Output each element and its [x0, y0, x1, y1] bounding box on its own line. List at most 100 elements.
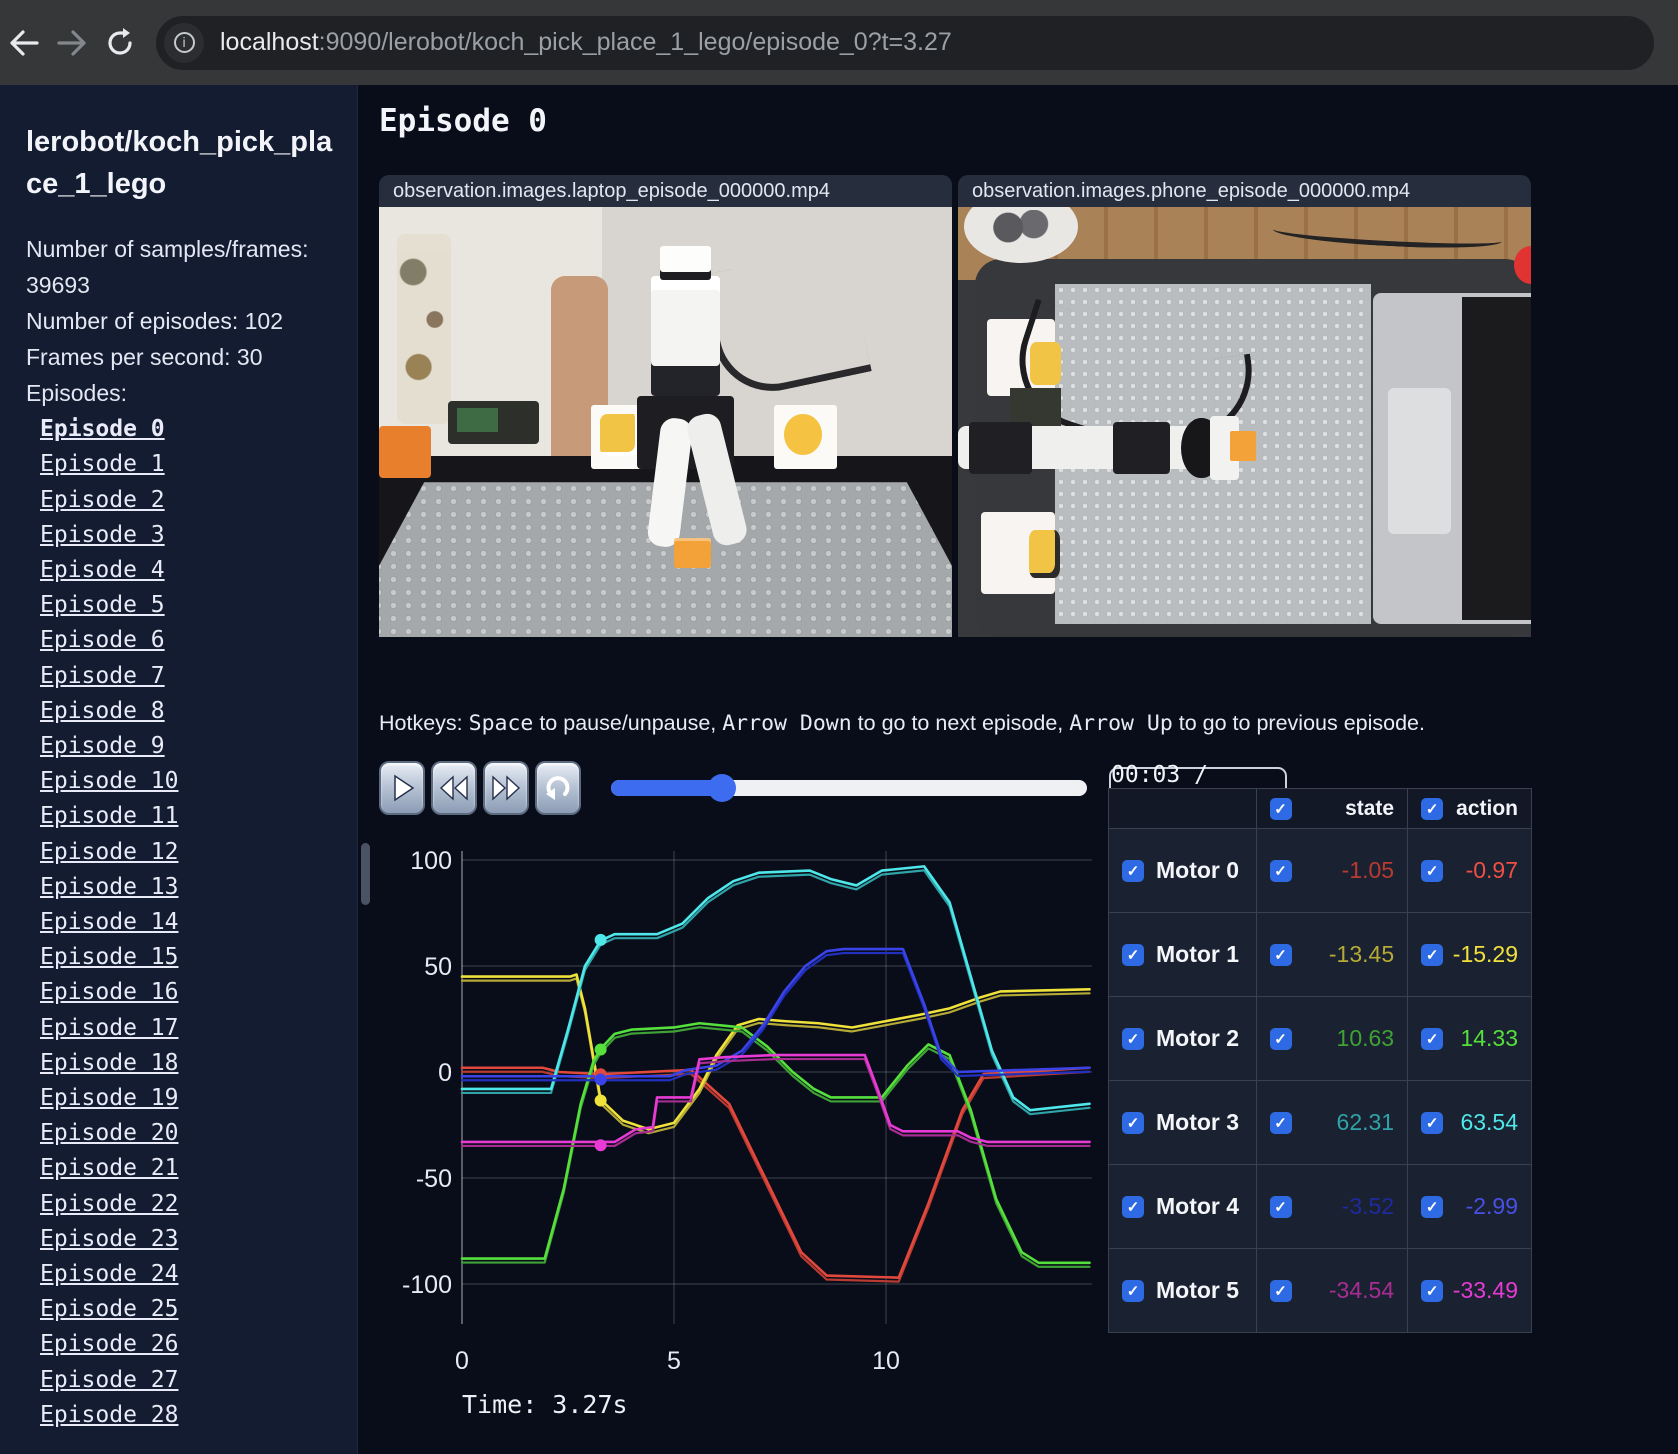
video-phone[interactable]: [958, 207, 1531, 637]
episode-link-26[interactable]: Episode 26: [40, 1331, 178, 1357]
episode-link-15[interactable]: Episode 15: [40, 944, 178, 970]
checkbox[interactable]: [1269, 1195, 1292, 1218]
checkbox[interactable]: [1122, 943, 1144, 966]
motor-state-value: -1.05: [1341, 857, 1395, 883]
play-button[interactable]: [379, 761, 425, 815]
checkbox[interactable]: [1122, 1111, 1144, 1134]
motor-row: Motor 5 -34.54 -33.49: [1108, 1248, 1532, 1333]
episode-link-9[interactable]: Episode 9: [40, 733, 165, 759]
rewind-icon: [439, 775, 468, 801]
episode-list-item: Episode 24: [26, 1258, 343, 1293]
checkbox[interactable]: [1269, 1279, 1292, 1302]
orange-object: [379, 426, 431, 478]
svg-text:10: 10: [872, 1347, 900, 1375]
episode-link-21[interactable]: Episode 21: [40, 1155, 178, 1181]
episode-link-14[interactable]: Episode 14: [40, 909, 178, 935]
seek-slider[interactable]: [611, 774, 1087, 802]
episode-link-10[interactable]: Episode 10: [40, 768, 178, 794]
motor-label: Motor 1: [1156, 941, 1240, 967]
episode-link-16[interactable]: Episode 16: [40, 979, 178, 1005]
checkbox[interactable]: [1421, 859, 1444, 882]
sticker-box-bottom: [980, 512, 1061, 594]
hotkeys-text: to go to next episode,: [851, 711, 1070, 735]
motor-label: Motor 0: [1156, 857, 1240, 883]
play-icon: [394, 774, 415, 802]
episode-list-item: Episode 1: [26, 448, 343, 483]
checkbox[interactable]: [1421, 943, 1444, 966]
episode-link-13[interactable]: Episode 13: [40, 874, 178, 900]
back-button[interactable]: [0, 28, 48, 58]
episode-link-19[interactable]: Episode 19: [40, 1085, 178, 1111]
episode-link-12[interactable]: Episode 12: [40, 839, 178, 865]
svg-text:5: 5: [667, 1347, 681, 1375]
motor-action-cell: -0.97: [1407, 828, 1532, 913]
forward-button[interactable]: [48, 28, 96, 58]
stat-samples: Number of samples/frames: 39693: [26, 236, 309, 299]
checkbox[interactable]: [1269, 1027, 1292, 1050]
episode-link-18[interactable]: Episode 18: [40, 1050, 178, 1076]
episode-list-item: Episode 13: [26, 871, 343, 906]
episode-link-7[interactable]: Episode 7: [40, 663, 165, 689]
episode-link-23[interactable]: Episode 23: [40, 1226, 178, 1252]
checkbox[interactable]: [1122, 859, 1144, 882]
checkbox[interactable]: [1269, 859, 1292, 882]
episode-link-4[interactable]: Episode 4: [40, 557, 165, 583]
fast-forward-button[interactable]: [483, 761, 529, 815]
episode-link-3[interactable]: Episode 3: [40, 522, 165, 548]
video-laptop[interactable]: [379, 207, 952, 637]
hotkey-arrow-up: Arrow Up: [1069, 711, 1173, 736]
motor-name-cell: Motor 2: [1108, 996, 1257, 1081]
loop-button[interactable]: [535, 761, 581, 815]
episode-link-17[interactable]: Episode 17: [40, 1015, 178, 1041]
episode-link-27[interactable]: Episode 27: [40, 1367, 178, 1393]
episode-list-item: Episode 12: [26, 836, 343, 871]
sticker-box-hug: [774, 404, 838, 470]
checkbox[interactable]: [1421, 1027, 1444, 1050]
episode-link-25[interactable]: Episode 25: [40, 1296, 178, 1322]
page-info-icon[interactable]: i: [164, 22, 204, 63]
episode-list-item: Episode 4: [26, 554, 343, 589]
episode-link-22[interactable]: Episode 22: [40, 1191, 178, 1217]
episode-link-24[interactable]: Episode 24: [40, 1261, 178, 1287]
video-panel-laptop: observation.images.laptop_episode_000000…: [379, 175, 952, 637]
fast-forward-icon: [492, 775, 521, 801]
checkbox[interactable]: [1421, 1111, 1444, 1134]
loop-icon: [546, 776, 570, 800]
servo-2: [1112, 422, 1170, 474]
main-content: Episode 0 observation.images.laptop_epis…: [358, 85, 1678, 1454]
episode-link-8[interactable]: Episode 8: [40, 698, 165, 724]
episode-list-item: Episode 25: [26, 1293, 343, 1328]
checkbox[interactable]: [1269, 1111, 1292, 1134]
episode-list-item: Episode 16: [26, 976, 343, 1011]
rewind-button[interactable]: [431, 761, 477, 815]
checkbox[interactable]: [1122, 1279, 1144, 1302]
motor-state-cell: -34.54: [1255, 1248, 1409, 1333]
motor-action-value: -2.99: [1465, 1193, 1518, 1219]
episode-link-0[interactable]: Episode 0: [40, 416, 165, 442]
checkbox[interactable]: [1269, 943, 1292, 966]
motor-action-value: 14.33: [1460, 1025, 1518, 1051]
scrollbar-thumb[interactable]: [361, 843, 370, 905]
episode-link-1[interactable]: Episode 1: [40, 451, 165, 477]
checkbox[interactable]: [1421, 1279, 1444, 1302]
svg-text:50: 50: [424, 953, 452, 981]
episode-link-6[interactable]: Episode 6: [40, 627, 165, 653]
current-time-marker: [594, 1043, 607, 1056]
episode-link-28[interactable]: Episode 28: [40, 1402, 178, 1428]
checkbox[interactable]: [1421, 1195, 1444, 1218]
episode-list-item: Episode 5: [26, 589, 343, 624]
motor-state-cell: -1.05: [1255, 828, 1409, 913]
reload-button[interactable]: [96, 27, 144, 59]
checkbox[interactable]: [1122, 1027, 1144, 1050]
episode-link-20[interactable]: Episode 20: [40, 1120, 178, 1146]
checkbox[interactable]: [1122, 1195, 1144, 1218]
episode-link-2[interactable]: Episode 2: [40, 487, 165, 513]
motor-action-cell: 63.54: [1407, 1080, 1532, 1165]
episode-link-5[interactable]: Episode 5: [40, 592, 165, 618]
url-bar[interactable]: i localhost:9090/lerobot/koch_pick_place…: [156, 15, 1654, 70]
seek-slider-thumb[interactable]: [708, 774, 737, 802]
checkbox[interactable]: [1421, 797, 1444, 820]
episode-link-11[interactable]: Episode 11: [40, 803, 178, 829]
episode-list-item: Episode 26: [26, 1328, 343, 1363]
checkbox[interactable]: [1269, 797, 1292, 820]
